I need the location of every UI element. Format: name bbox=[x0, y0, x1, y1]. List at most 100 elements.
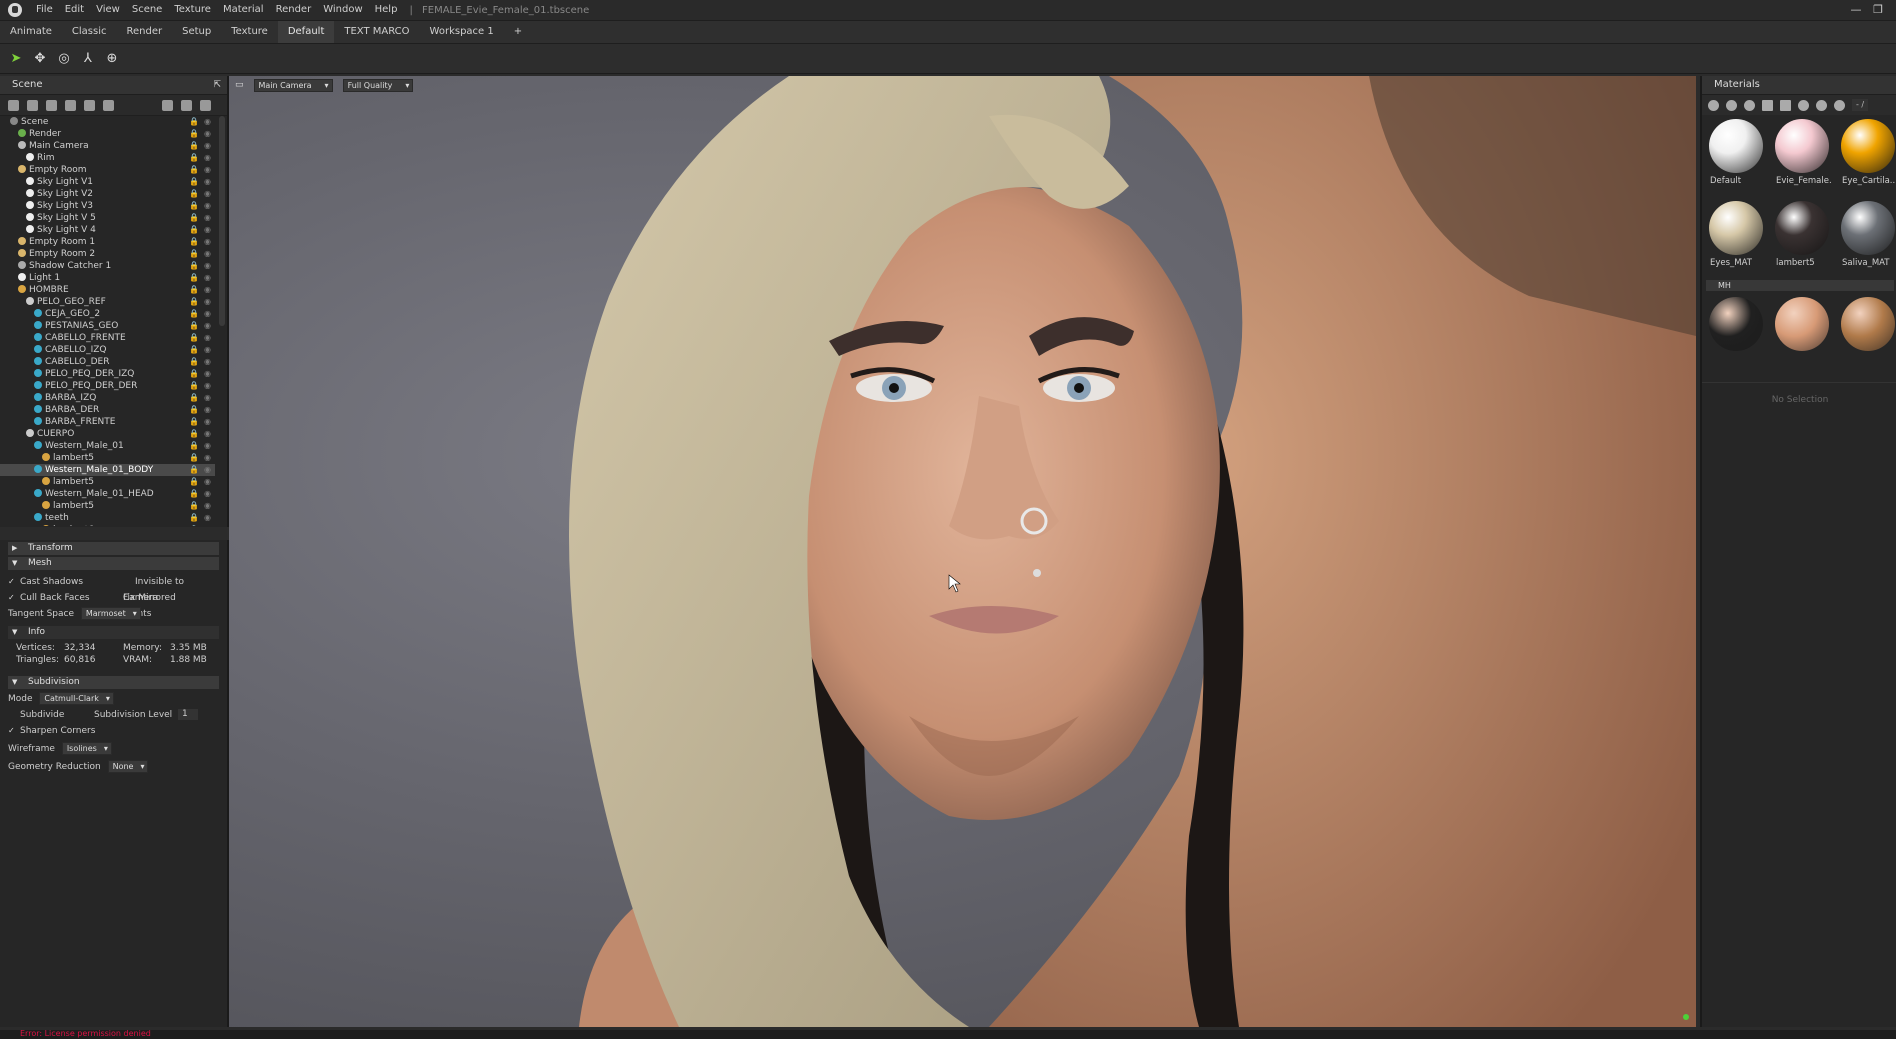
tree-item[interactable]: CUERPO 🔒 ◉ bbox=[0, 428, 215, 440]
material-swatch[interactable]: Evie_Female... bbox=[1772, 116, 1832, 191]
add-tab-button[interactable]: + bbox=[504, 21, 532, 43]
lock-icon[interactable]: 🔒 bbox=[189, 140, 199, 152]
tree-item[interactable]: lambert5 🔒 ◉ bbox=[0, 500, 215, 512]
transform-tool-icon[interactable]: ⊕ bbox=[104, 51, 120, 67]
visibility-icon[interactable]: ◉ bbox=[204, 152, 211, 164]
add-material-icon[interactable] bbox=[1708, 99, 1719, 111]
lock-icon[interactable]: 🔒 bbox=[189, 464, 199, 476]
tree-item[interactable]: Empty Room 1 🔒 ◉ bbox=[0, 236, 215, 248]
lock-icon[interactable]: 🔒 bbox=[189, 404, 199, 416]
tree-item[interactable]: Sky Light V3 🔒 ◉ bbox=[0, 200, 215, 212]
visibility-icon[interactable]: ◉ bbox=[204, 488, 211, 500]
delete-material-icon[interactable] bbox=[1744, 99, 1755, 111]
menu-scene[interactable]: Scene bbox=[126, 0, 169, 20]
scene-tree-scrollbar[interactable] bbox=[219, 116, 225, 326]
lock-icon[interactable]: 🔒 bbox=[189, 224, 199, 236]
menu-texture[interactable]: Texture bbox=[168, 0, 217, 20]
visibility-icon[interactable]: ◉ bbox=[204, 260, 211, 272]
visibility-icon[interactable]: ◉ bbox=[204, 500, 211, 512]
material-swatch[interactable]: Eyes_MAT bbox=[1706, 198, 1766, 273]
lock-icon[interactable]: 🔒 bbox=[189, 212, 199, 224]
visibility-icon[interactable]: ◉ bbox=[204, 140, 211, 152]
tree-item[interactable]: lambert6 🔒 ◉ bbox=[0, 524, 215, 526]
tree-item[interactable]: Sky Light V2 🔒 ◉ bbox=[0, 188, 215, 200]
visibility-icon[interactable]: ◉ bbox=[204, 464, 211, 476]
visibility-icon[interactable]: ◉ bbox=[204, 164, 211, 176]
tree-item[interactable]: Render 🔒 ◉ bbox=[0, 128, 215, 140]
tree-item[interactable]: Western_Male_01_HEAD 🔒 ◉ bbox=[0, 488, 215, 500]
tree-item[interactable]: PELO_PEQ_DER_IZQ 🔒 ◉ bbox=[0, 368, 215, 380]
subdivision-section[interactable]: Subdivision bbox=[8, 676, 219, 689]
visibility-icon[interactable]: ◉ bbox=[204, 332, 211, 344]
material-swatch[interactable]: Saliva_MAT bbox=[1838, 198, 1896, 273]
lock-icon[interactable]: 🔒 bbox=[189, 524, 199, 526]
material-swatch[interactable] bbox=[1772, 294, 1832, 369]
lock-icon[interactable]: 🔒 bbox=[189, 236, 199, 248]
add-camera-icon[interactable] bbox=[46, 99, 57, 111]
tree-item[interactable]: teeth 🔒 ◉ bbox=[0, 512, 215, 524]
tree-item[interactable]: lambert5 🔒 ◉ bbox=[0, 452, 215, 464]
tree-item[interactable]: Shadow Catcher 1 🔒 ◉ bbox=[0, 260, 215, 272]
tab-setup[interactable]: Setup bbox=[172, 21, 221, 43]
info-section[interactable]: Info bbox=[8, 626, 219, 639]
camera-dropdown[interactable]: Main Camera bbox=[253, 78, 333, 92]
lock-icon[interactable]: 🔒 bbox=[189, 512, 199, 524]
visibility-icon[interactable]: ◉ bbox=[204, 512, 211, 524]
tab-animate[interactable]: Animate bbox=[0, 21, 62, 43]
tree-item[interactable]: Sky Light V 5 🔒 ◉ bbox=[0, 212, 215, 224]
subdivide-checkbox[interactable] bbox=[8, 709, 16, 717]
tree-item[interactable]: CABELLO_IZQ 🔒 ◉ bbox=[0, 344, 215, 356]
visibility-icon[interactable]: ◉ bbox=[204, 308, 211, 320]
tab-default[interactable]: Default bbox=[277, 21, 335, 43]
visibility-icon[interactable]: ◉ bbox=[204, 224, 211, 236]
app-logo-icon[interactable] bbox=[8, 3, 22, 17]
tree-item[interactable]: HOMBRE 🔒 ◉ bbox=[0, 284, 215, 296]
popout-icon[interactable]: ⇱ bbox=[213, 76, 221, 94]
lock-icon[interactable]: 🔒 bbox=[189, 500, 199, 512]
tree-item[interactable]: Main Camera 🔒 ◉ bbox=[0, 140, 215, 152]
lock-icon[interactable]: 🔒 bbox=[189, 452, 199, 464]
tree-item[interactable]: Scene 🔒 ◉ bbox=[0, 116, 215, 128]
visibility-icon[interactable]: ◉ bbox=[204, 272, 211, 284]
tree-item[interactable]: Western_Male_01_BODY 🔒 ◉ bbox=[0, 464, 215, 476]
lock-icon[interactable]: 🔒 bbox=[189, 320, 199, 332]
cull-back-faces-checkbox[interactable]: ✓ bbox=[8, 590, 16, 602]
menu-help[interactable]: Help bbox=[369, 0, 404, 20]
scale-tool-icon[interactable]: ⅄ bbox=[80, 51, 96, 67]
tab-render[interactable]: Render bbox=[117, 21, 173, 43]
lock-icon[interactable]: 🔒 bbox=[189, 344, 199, 356]
lock-icon[interactable]: 🔒 bbox=[189, 164, 199, 176]
add-light-icon[interactable] bbox=[27, 99, 38, 111]
tree-item[interactable]: PESTANIAS_GEO 🔒 ◉ bbox=[0, 320, 215, 332]
material-swatch[interactable]: Eye_Cartila... bbox=[1838, 116, 1896, 191]
visibility-icon[interactable]: ◉ bbox=[204, 392, 211, 404]
tangent-space-dropdown[interactable]: Marmoset bbox=[80, 607, 141, 620]
visibility-icon[interactable]: ◉ bbox=[204, 368, 211, 380]
minimize-icon[interactable]: — bbox=[1846, 2, 1866, 18]
lock-icon[interactable]: 🔒 bbox=[189, 428, 199, 440]
visibility-icon[interactable]: ◉ bbox=[204, 188, 211, 200]
tree-item[interactable]: Sky Light V 4 🔒 ◉ bbox=[0, 224, 215, 236]
visibility-icon[interactable]: ◉ bbox=[204, 236, 211, 248]
fix-mirrored-tangents-checkbox[interactable] bbox=[111, 592, 119, 600]
menu-material[interactable]: Material bbox=[217, 0, 270, 20]
folder-icon[interactable] bbox=[1762, 99, 1773, 111]
visibility-icon[interactable]: ◉ bbox=[204, 524, 211, 526]
trash-icon[interactable] bbox=[200, 99, 211, 111]
visibility-icon[interactable]: ◉ bbox=[204, 284, 211, 296]
cast-shadows-checkbox[interactable]: ✓ bbox=[8, 574, 16, 586]
add-fog-icon[interactable] bbox=[103, 99, 114, 111]
material-swatch[interactable] bbox=[1838, 294, 1896, 369]
lock-icon[interactable]: 🔒 bbox=[189, 308, 199, 320]
visibility-icon[interactable]: ◉ bbox=[204, 428, 211, 440]
tree-item[interactable]: BARBA_FRENTE 🔒 ◉ bbox=[0, 416, 215, 428]
tree-item[interactable]: Empty Room 🔒 ◉ bbox=[0, 164, 215, 176]
visibility-icon[interactable]: ◉ bbox=[204, 176, 211, 188]
lock-icon[interactable]: 🔒 bbox=[189, 176, 199, 188]
lock-icon[interactable]: 🔒 bbox=[189, 476, 199, 488]
lock-icon[interactable]: 🔒 bbox=[189, 368, 199, 380]
tree-item[interactable]: Light 1 🔒 ◉ bbox=[0, 272, 215, 284]
tree-item[interactable]: Empty Room 2 🔒 ◉ bbox=[0, 248, 215, 260]
visibility-icon[interactable]: ◉ bbox=[204, 116, 211, 128]
lock-icon[interactable]: 🔒 bbox=[189, 128, 199, 140]
